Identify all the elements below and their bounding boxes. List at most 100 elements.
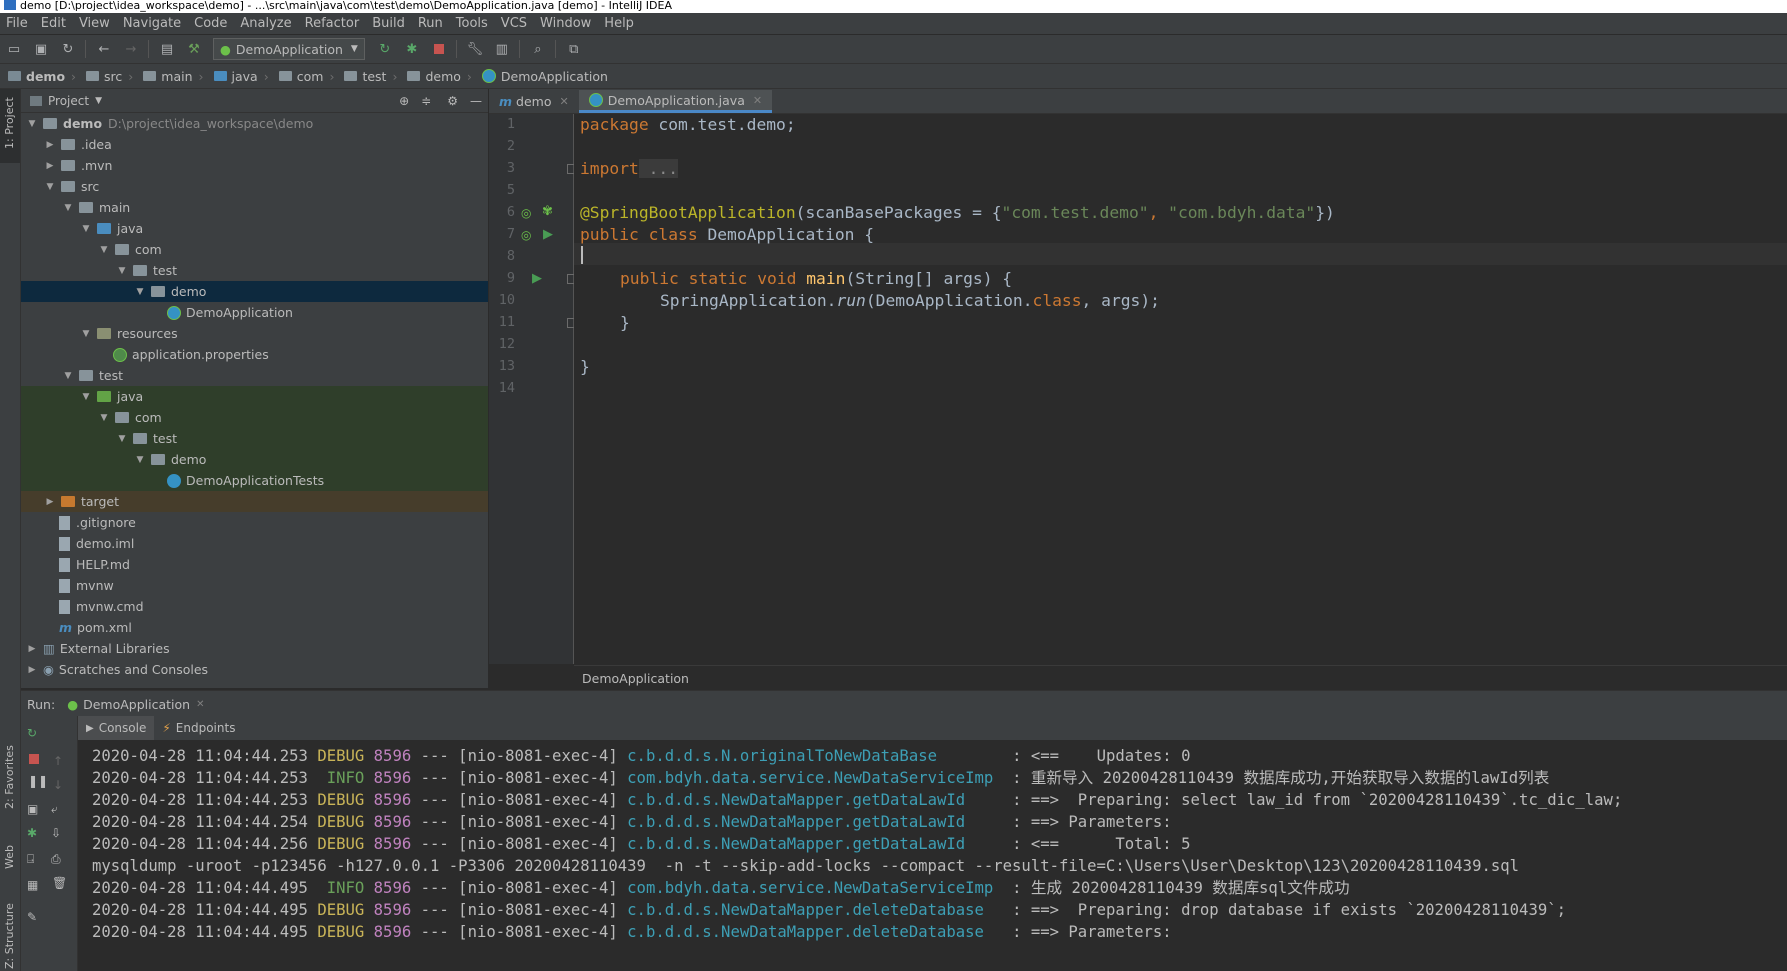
breadcrumb-item-java[interactable]: java › bbox=[206, 69, 271, 84]
expand-arrow-icon[interactable]: ▼ bbox=[135, 455, 145, 465]
tree-item-mvnw-cmd[interactable]: mvnw.cmd bbox=[21, 596, 488, 617]
folded-imports[interactable]: ... bbox=[638, 159, 679, 178]
menu-code[interactable]: Code bbox=[188, 16, 234, 31]
back-arrow-icon[interactable]: ← bbox=[96, 41, 112, 57]
tree-item-gitignore[interactable]: .gitignore bbox=[21, 512, 488, 533]
breadcrumb-item-main[interactable]: main › bbox=[135, 69, 205, 84]
expand-arrow-icon[interactable]: ▼ bbox=[99, 245, 109, 255]
menu-navigate[interactable]: Navigate bbox=[117, 16, 188, 31]
translate-icon[interactable]: ⧉ bbox=[566, 41, 582, 57]
collapsed-arrow-icon[interactable]: ▶ bbox=[27, 644, 37, 654]
expand-arrow-icon[interactable]: ▼ bbox=[81, 329, 91, 339]
tree-item-test-demo[interactable]: ▼ demo bbox=[21, 449, 488, 470]
up-arrow-icon[interactable]: ↑ bbox=[53, 754, 63, 768]
locate-target-icon[interactable]: ⊕ bbox=[399, 94, 409, 108]
open-folder-icon[interactable]: ▭ bbox=[6, 41, 22, 57]
favorites-tool-label[interactable]: 2: Favorites bbox=[3, 745, 16, 809]
menu-file[interactable]: File bbox=[0, 16, 35, 31]
breadcrumb-item-com[interactable]: com › bbox=[271, 69, 337, 84]
breadcrumb-item-demoapplication[interactable]: DemoApplication bbox=[474, 69, 610, 84]
menu-edit[interactable]: Edit bbox=[35, 16, 73, 31]
console-output[interactable]: 2020-04-28 11:04:44.253 DEBUG 8596 --- [… bbox=[78, 741, 1787, 971]
tree-item-help-md[interactable]: HELP.md bbox=[21, 554, 488, 575]
run-config-tab[interactable]: ● DemoApplication ✕ bbox=[61, 697, 210, 712]
menu-analyze[interactable]: Analyze bbox=[234, 16, 298, 31]
tree-item-pom-xml[interactable]: m pom.xml bbox=[21, 617, 488, 638]
expand-arrow-icon[interactable]: ▼ bbox=[117, 266, 127, 276]
synchronize-icon[interactable]: ↻ bbox=[60, 41, 76, 57]
menu-window[interactable]: Window bbox=[534, 16, 598, 31]
menu-help[interactable]: Help bbox=[598, 16, 641, 31]
debug-bug-icon[interactable]: ✱ bbox=[404, 41, 420, 57]
tree-item-java[interactable]: ▼ java bbox=[21, 218, 488, 239]
breadcrumb-item-test[interactable]: test › bbox=[336, 69, 399, 84]
run-configuration-dropdown[interactable]: ● DemoApplication ▼ bbox=[213, 38, 365, 60]
expand-arrow-icon[interactable]: ▼ bbox=[135, 287, 145, 297]
pin-icon[interactable]: ✎ bbox=[27, 910, 37, 924]
menu-refactor[interactable]: Refactor bbox=[299, 16, 367, 31]
tree-item-test-com[interactable]: ▼ com bbox=[21, 407, 488, 428]
tree-item-test-java[interactable]: ▼ java bbox=[21, 386, 488, 407]
build-hammer-icon[interactable]: ⚒ bbox=[186, 41, 202, 57]
bean-navigation-icon[interactable]: ◎ bbox=[521, 206, 531, 220]
expand-arrow-icon[interactable]: ▼ bbox=[117, 434, 127, 444]
tree-item-scratches[interactable]: ▶ ◉ Scratches and Consoles bbox=[21, 659, 488, 680]
web-tool-label[interactable]: Web bbox=[3, 845, 16, 869]
layout-icon[interactable]: ▦ bbox=[27, 878, 38, 892]
tab-demoapplication-java[interactable]: DemoApplication.java ✕ bbox=[578, 90, 773, 113]
tree-item-com[interactable]: ▼ com bbox=[21, 239, 488, 260]
tree-item-resources[interactable]: ▼ resources bbox=[21, 323, 488, 344]
tree-item-demoapplicationtests[interactable]: DemoApplicationTests bbox=[21, 470, 488, 491]
breadcrumb-item-src[interactable]: src › bbox=[78, 69, 135, 84]
exit-icon[interactable]: ⍈ bbox=[27, 852, 34, 867]
expand-arrow-icon[interactable]: ▼ bbox=[63, 371, 73, 381]
expand-arrow-icon[interactable]: ▼ bbox=[27, 119, 37, 129]
scroll-to-end-icon[interactable]: ⇩ bbox=[51, 826, 61, 840]
structure-tool-label[interactable]: Z: Structure bbox=[3, 903, 16, 969]
run-gutter-icon[interactable]: ▶ bbox=[543, 227, 553, 242]
tab-console[interactable]: ▶ Console bbox=[78, 716, 155, 740]
editor-footer-label[interactable]: DemoApplication bbox=[582, 671, 689, 686]
tree-item-test[interactable]: ▼ test bbox=[21, 260, 488, 281]
tree-item-demo-iml[interactable]: demo.iml bbox=[21, 533, 488, 554]
collapsed-arrow-icon[interactable]: ▶ bbox=[45, 161, 55, 171]
expand-arrow-icon[interactable]: ▼ bbox=[99, 413, 109, 423]
stop-icon[interactable] bbox=[29, 754, 39, 764]
forward-arrow-icon[interactable]: → bbox=[123, 41, 139, 57]
hide-panel-icon[interactable]: — bbox=[470, 94, 482, 108]
tree-item-test-folder[interactable]: ▼ test bbox=[21, 365, 488, 386]
tab-endpoints[interactable]: ⚡ Endpoints bbox=[154, 721, 243, 735]
code-editor[interactable]: package com.test.demo; import ... @Sprin… bbox=[574, 114, 1787, 664]
menu-build[interactable]: Build bbox=[366, 16, 412, 31]
chevron-down-icon[interactable]: ▼ bbox=[95, 96, 102, 106]
soft-wrap-icon[interactable]: ⤶ bbox=[51, 802, 58, 817]
tab-demo[interactable]: m demo ✕ bbox=[489, 90, 579, 113]
gear-icon[interactable]: ⚙ bbox=[447, 94, 458, 108]
tree-item-demoapplication[interactable]: DemoApplication bbox=[21, 302, 488, 323]
menu-run[interactable]: Run bbox=[412, 16, 450, 31]
project-view-selector[interactable]: Project bbox=[48, 94, 89, 108]
expand-arrow-icon[interactable]: ▼ bbox=[81, 392, 91, 402]
menu-vcs[interactable]: VCS bbox=[495, 16, 534, 31]
tree-item-mvnw[interactable]: mvnw bbox=[21, 575, 488, 596]
tree-item-demo-root[interactable]: ▼ demo D:\project\idea_workspace\demo bbox=[21, 113, 488, 134]
project-tool-button[interactable]: 1: Project bbox=[0, 89, 20, 163]
close-icon[interactable]: ✕ bbox=[753, 94, 762, 107]
close-icon[interactable]: ✕ bbox=[196, 699, 204, 710]
tree-item-mvn[interactable]: ▶ .mvn bbox=[21, 155, 488, 176]
search-icon[interactable]: ⌕ bbox=[530, 41, 546, 57]
tree-item-demo-package-selected[interactable]: ▼ demo bbox=[21, 281, 488, 302]
breadcrumb-item-demo-package[interactable]: demo › bbox=[399, 69, 473, 84]
close-icon[interactable]: ✕ bbox=[559, 95, 568, 108]
tree-item-application-properties[interactable]: application.properties bbox=[21, 344, 488, 365]
project-structure-folder-icon[interactable]: ▥ bbox=[494, 41, 510, 57]
camera-icon[interactable]: ▣ bbox=[27, 802, 38, 816]
collapse-all-icon[interactable]: ≑ bbox=[421, 94, 431, 108]
settings-wrench-icon[interactable]: 🔧︎ bbox=[467, 41, 484, 57]
collapsed-arrow-icon[interactable]: ▶ bbox=[45, 497, 55, 507]
debug-bug-icon[interactable]: ✱ bbox=[27, 826, 37, 840]
down-arrow-icon[interactable]: ↓ bbox=[53, 778, 63, 792]
tree-item-src[interactable]: ▼ src bbox=[21, 176, 488, 197]
stop-icon[interactable] bbox=[431, 41, 447, 57]
tree-item-idea[interactable]: ▶ .idea bbox=[21, 134, 488, 155]
